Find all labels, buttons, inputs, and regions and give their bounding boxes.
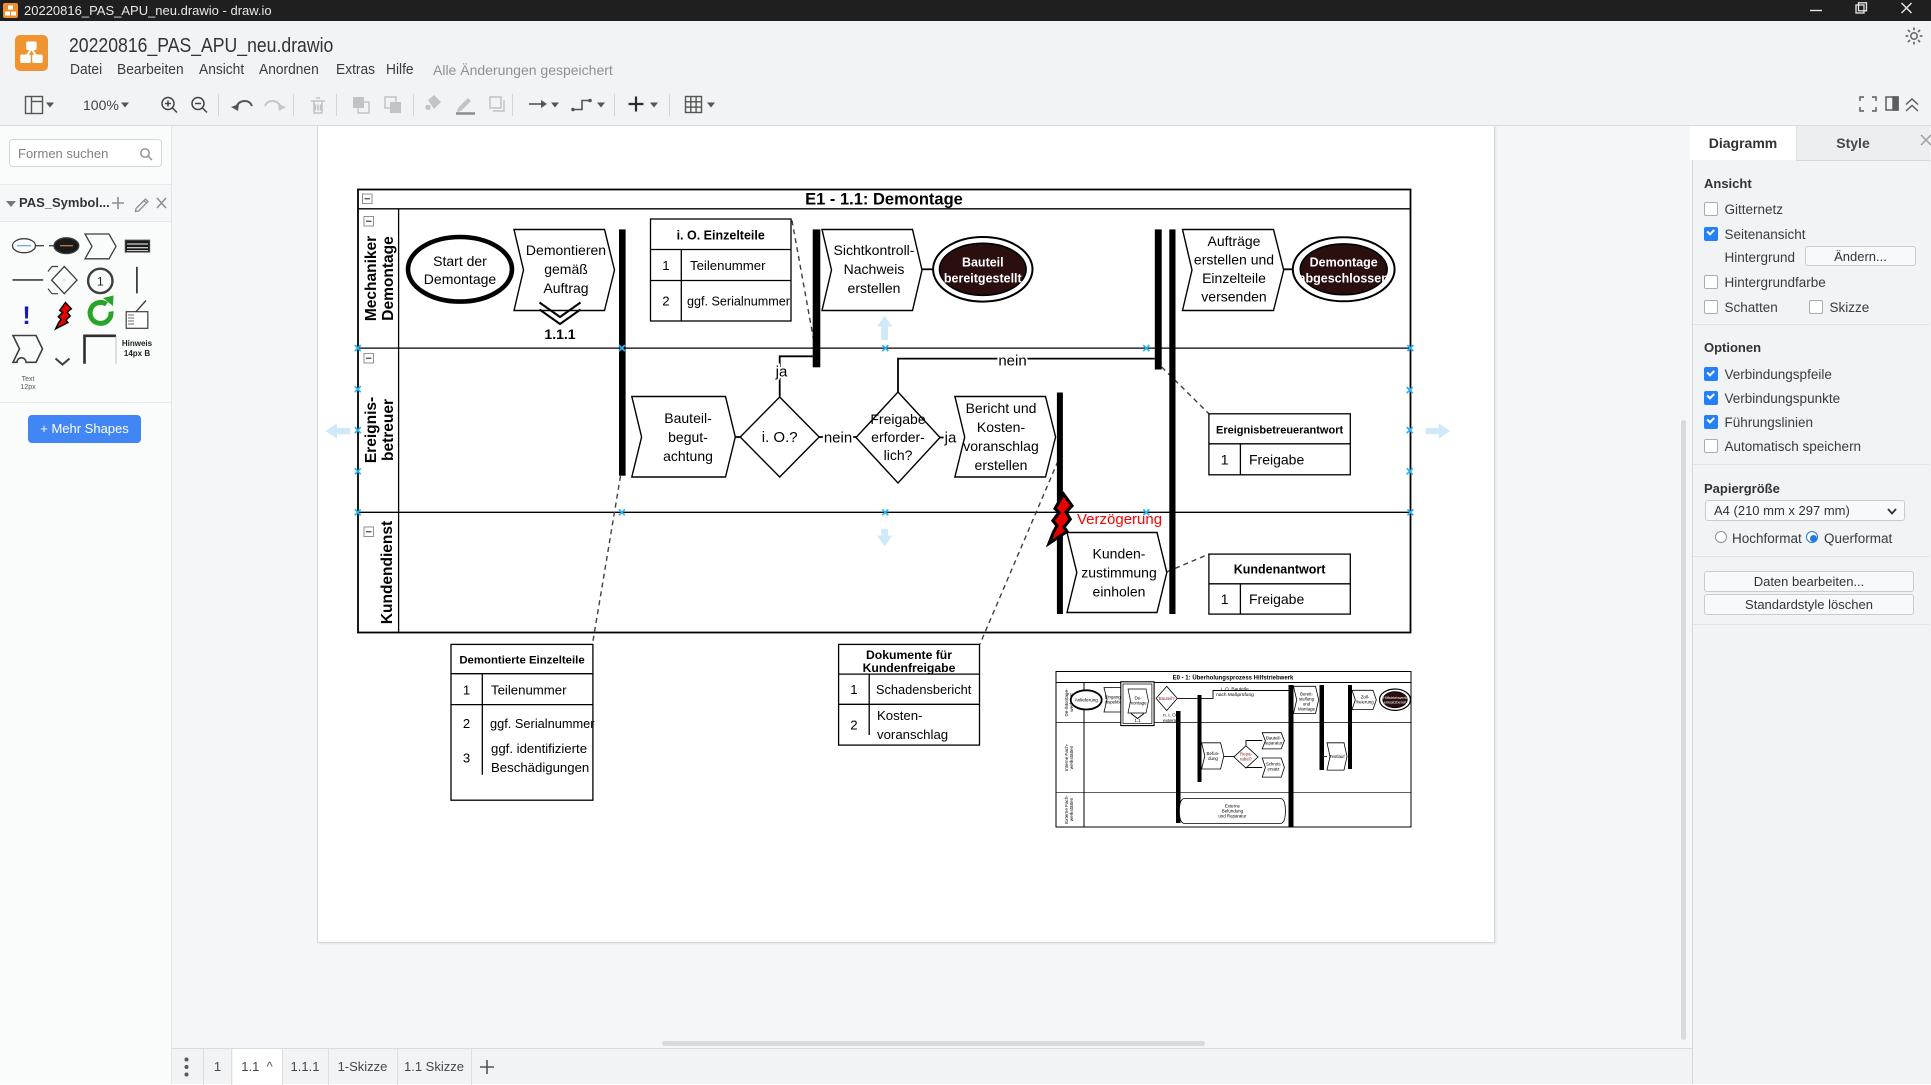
svg-text:1: 1: [1221, 452, 1229, 468]
svg-text:12px: 12px: [20, 384, 36, 391]
svg-text:zustimmung: zustimmung: [1081, 565, 1156, 581]
svg-text:achtung: achtung: [663, 448, 713, 464]
svg-text:!: !: [22, 302, 30, 330]
svg-text:Bauteil-: Bauteil-: [664, 410, 712, 426]
svg-text:2: 2: [662, 294, 669, 309]
svg-text:erstellen und: erstellen und: [1194, 252, 1274, 268]
svg-text:1.1.1: 1.1.1: [544, 326, 575, 342]
svg-text:Nachweis: Nachweis: [844, 261, 905, 277]
svg-text:Demontage: Demontage: [424, 271, 497, 287]
svg-text:einsatzbereit: einsatzbereit: [1384, 699, 1408, 704]
svg-text:Sichtkontroll-: Sichtkontroll-: [834, 242, 915, 258]
svg-text:ggf. Serialnummer: ggf. Serialnummer: [687, 295, 790, 309]
svg-text:Bauteil: Bauteil: [962, 256, 1004, 270]
svg-text:Teilenummer: Teilenummer: [491, 683, 567, 698]
svg-text:Dokumente für: Dokumente für: [866, 648, 952, 662]
svg-text:Teilenummer: Teilenummer: [690, 258, 766, 273]
svg-text:begut-: begut-: [668, 429, 708, 445]
svg-text:Anlieferung: Anlieferung: [1075, 698, 1099, 703]
svg-text:und Reparatur: und Reparatur: [1218, 814, 1247, 819]
svg-text:extern: extern: [1163, 718, 1177, 724]
svg-text:E0 - 1: Überholungsprozess Hil: E0 - 1: Überholungsprozess Hilfstriebwer…: [1173, 675, 1294, 682]
svg-text:Interne Fach-werkstätten: Interne Fach-werkstätten: [1064, 743, 1074, 771]
svg-text:Demontieren: Demontieren: [526, 242, 606, 258]
svg-text:Bericht und: Bericht und: [966, 400, 1037, 416]
svg-text:Freigabe: Freigabe: [870, 411, 925, 427]
svg-text:bereitgestellt: bereitgestellt: [944, 272, 1023, 286]
svg-text:Kunden-: Kunden-: [1093, 546, 1146, 562]
svg-text:Kosten-: Kosten-: [977, 419, 1026, 435]
svg-text:dung: dung: [1208, 756, 1218, 761]
svg-text:abgeschlossen: abgeschlossen: [1299, 272, 1389, 286]
svg-text:einholen: einholen: [1093, 584, 1146, 600]
svg-text:n. i. O.: n. i. O.: [1163, 713, 1177, 719]
svg-text:3: 3: [463, 751, 470, 766]
svg-text:rabel?: rabel?: [1240, 757, 1253, 762]
svg-text:voranschlag: voranschlag: [963, 438, 1039, 454]
svg-text:ggf. identifizierte: ggf. identifizierte: [491, 741, 587, 756]
svg-text:erstellen: erstellen: [975, 457, 1028, 473]
svg-text:i. O. Einzelteile: i. O. Einzelteile: [677, 229, 765, 243]
svg-text:1: 1: [463, 683, 470, 698]
svg-text:Kundenantwort: Kundenantwort: [1234, 563, 1326, 577]
svg-text:versenden: versenden: [1201, 289, 1266, 305]
svg-text:Beschädigungen: Beschädigungen: [491, 760, 589, 775]
svg-text:nach Maßprüfung: nach Maßprüfung: [1216, 692, 1254, 698]
svg-text:1.1: 1.1: [1134, 718, 1141, 723]
svg-text:ja: ja: [775, 364, 788, 381]
svg-text:Kosten-: Kosten-: [877, 708, 922, 723]
svg-text:Aufträge: Aufträge: [1208, 233, 1261, 249]
svg-text:ersatz: ersatz: [1268, 767, 1280, 772]
svg-text:Start der: Start der: [433, 253, 487, 269]
svg-text:erforder-: erforder-: [871, 429, 925, 445]
svg-text:E1 - 1.1: Demontage: E1 - 1.1: Demontage: [805, 191, 963, 209]
svg-text:Externe Fach-werkstätten: Externe Fach-werkstätten: [1064, 795, 1074, 824]
svg-text:Verzögerung: Verzögerung: [1077, 511, 1162, 528]
svg-text:Demontage: Demontage: [1310, 256, 1378, 270]
svg-text:2: 2: [850, 718, 857, 733]
svg-text:gemäß: gemäß: [544, 261, 588, 277]
svg-text:Bauteil?: Bauteil?: [1159, 696, 1175, 701]
svg-text:MechanikerDemontage: MechanikerDemontage: [363, 236, 397, 321]
svg-text:Kundenfreigabe: Kundenfreigabe: [863, 661, 956, 675]
svg-text:Auftrag: Auftrag: [543, 280, 588, 296]
svg-text:14px B: 14px B: [124, 349, 150, 358]
svg-text:Einzelteile: Einzelteile: [1202, 270, 1266, 286]
svg-text:lich?: lich?: [884, 447, 913, 463]
svg-text:100%: 100%: [83, 97, 119, 113]
svg-text:2: 2: [463, 716, 470, 731]
svg-text:Demontierte Einzelteile: Demontierte Einzelteile: [459, 655, 584, 667]
svg-text:Hinweis: Hinweis: [122, 339, 153, 348]
svg-text:nein: nein: [998, 353, 1026, 370]
svg-text:i. O.?: i. O.?: [762, 429, 798, 446]
svg-text:Kundendienst: Kundendienst: [379, 521, 396, 624]
svg-text:Ereignis-betreuer: Ereignis-betreuer: [363, 397, 397, 463]
svg-text:Freigabe: Freigabe: [1249, 452, 1304, 468]
svg-text:voranschlag: voranschlag: [877, 727, 948, 742]
svg-text:Ereignisbetreuerantwort: Ereignisbetreuerantwort: [1216, 425, 1343, 437]
svg-text:freierung: freierung: [1356, 700, 1374, 705]
svg-text:1: 1: [97, 275, 104, 289]
svg-text:ggf. Serialnummer: ggf. Serialnummer: [490, 716, 595, 731]
svg-text:erstellen: erstellen: [848, 280, 901, 296]
svg-text:i. O. Bauteile: i. O. Bauteile: [1221, 687, 1249, 693]
svg-text:montage: montage: [1129, 701, 1147, 706]
svg-text:Montage: Montage: [1298, 707, 1316, 712]
svg-text:Testlauf: Testlauf: [1329, 754, 1345, 759]
svg-text:Schadensbericht: Schadensbericht: [876, 682, 972, 697]
svg-text:Text: Text: [22, 376, 35, 383]
svg-text:1: 1: [850, 682, 857, 697]
svg-text:reparatur: reparatur: [1265, 741, 1283, 746]
svg-text:1: 1: [662, 258, 669, 273]
svg-text:1: 1: [1221, 591, 1229, 607]
svg-text:nein: nein: [824, 430, 852, 447]
svg-text:Freigabe: Freigabe: [1249, 591, 1304, 607]
svg-text:ja: ja: [944, 430, 957, 447]
